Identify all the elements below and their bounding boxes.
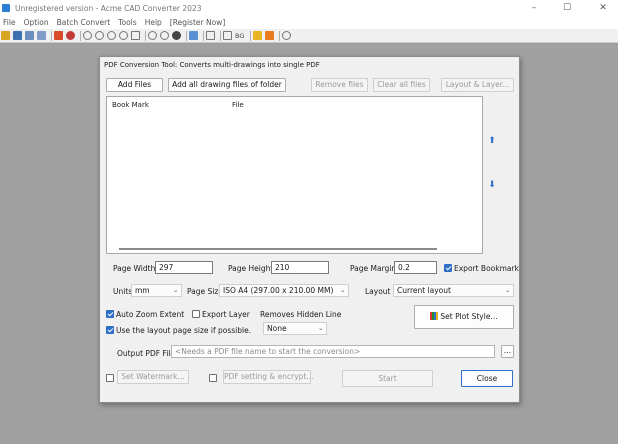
layout-label: Layout [365,287,391,296]
export-bookmark-checkbox[interactable] [444,264,452,272]
pdf-convert-icon[interactable] [66,31,75,40]
black-white-icon[interactable] [223,31,232,40]
minimize-button[interactable]: – [519,1,549,15]
chevron-down-icon: ⌄ [318,324,324,332]
horizontal-scrollbar[interactable] [119,248,437,250]
warning-icon[interactable] [253,31,263,40]
add-folder-button[interactable]: Add all drawing files of folder [168,78,286,92]
menu-register-now[interactable]: [Register Now] [167,18,228,27]
menu-bar: File Option Batch Convert Tools Help [Re… [0,16,618,29]
add-files-button[interactable]: Add Files [106,78,163,92]
toolbar-separator [250,30,252,41]
removes-hidden-line-label: Removes Hidden Line [260,310,342,319]
open-folder-icon[interactable] [1,31,10,40]
units-value: mm [135,286,150,295]
auto-zoom-extent-label[interactable]: Auto Zoom Extent [116,310,184,319]
remove-files-button[interactable]: Remove files [311,78,368,92]
menu-batch-convert[interactable]: Batch Convert [54,18,114,27]
toolbar-separator [279,30,281,41]
export-bookmark-label[interactable]: Export Bookmark [454,264,519,273]
background-toggle[interactable]: BG [235,32,244,40]
plot-style-icon [430,312,439,320]
auto-zoom-extent-checkbox[interactable] [106,310,114,318]
output-pdf-file-label: Output PDF File [117,349,175,358]
layer-icon[interactable] [189,31,198,40]
maximize-button[interactable]: ☐ [552,1,582,15]
chevron-down-icon: ⌄ [173,286,179,294]
close-window-button[interactable]: ✕ [588,1,618,15]
page-width-field[interactable]: 297 [155,261,213,274]
menu-tools[interactable]: Tools [115,18,139,27]
toolbar-separator [80,30,81,41]
print-preview-icon[interactable] [206,31,215,40]
page-height-field[interactable]: 210 [271,261,329,274]
page-size-value: ISO A4 (297.00 x 210.00 MM) [223,286,334,295]
menu-file[interactable]: File [0,18,19,27]
pdf-conversion-dialog: PDF Conversion Tool: Converts multi-draw… [99,56,520,403]
batch-icon[interactable] [25,31,34,40]
view-icon[interactable] [172,31,181,40]
clear-files-button[interactable]: Clear all files [373,78,430,92]
chevron-down-icon: ⌄ [505,286,511,294]
zoom-in-icon[interactable] [83,31,92,40]
toolbar-separator [51,30,52,41]
move-down-arrow-icon[interactable]: ⬇ [485,178,499,192]
watermark-checkbox[interactable] [106,374,114,382]
toolbar-separator [145,30,146,41]
output-pdf-field[interactable]: <Needs a PDF file name to start the conv… [171,345,495,358]
toolbar: BG [0,29,618,43]
use-layout-page-size-label[interactable]: Use the layout page size if possible. [116,326,251,335]
units-label: Units [113,287,133,296]
browse-button[interactable]: ... [501,345,514,358]
drawing-file-list[interactable]: Book Mark File [106,96,483,254]
pdf-setting-button[interactable]: PDF setting & encrypt... [223,370,313,384]
convert-icon[interactable] [54,31,63,40]
dialog-title: PDF Conversion Tool: Converts multi-draw… [104,61,320,69]
window-title: Unregistered version - Acme CAD Converte… [15,3,202,13]
menu-option[interactable]: Option [21,18,52,27]
page-margin-label: Page Margin [350,264,397,273]
info-icon[interactable] [282,31,292,40]
zoom-extents-icon[interactable] [119,31,128,40]
start-button[interactable]: Start [342,370,433,387]
export-layer-label[interactable]: Export Layer [202,310,250,319]
set-plot-style-label: Set Plot Style... [440,312,498,321]
toolbar-separator [203,30,204,41]
pan-icon[interactable] [160,31,169,40]
highlight-icon[interactable] [265,31,275,40]
toolbar-separator [220,30,221,41]
layout-layer-button[interactable]: Layout & Layer... [441,78,514,92]
set-watermark-button[interactable]: Set Watermark... [117,370,189,384]
column-header-file[interactable]: File [232,101,244,109]
layout-select[interactable]: Current layout ⌄ [393,284,514,297]
removes-hidden-line-select[interactable]: None ⌄ [263,322,327,335]
pdf-setting-checkbox[interactable] [209,374,217,382]
page-margin-field[interactable]: 0.2 [394,261,437,274]
save-icon[interactable] [13,31,22,40]
toolbar-separator [186,30,187,41]
column-header-bookmark[interactable]: Book Mark [112,101,149,109]
zoom-out-icon[interactable] [95,31,104,40]
page-size-label: Page Size [187,287,223,296]
menu-help[interactable]: Help [142,18,165,27]
fit-icon[interactable] [131,31,140,40]
use-layout-page-size-checkbox[interactable] [106,326,114,334]
removes-hidden-line-value: None [267,324,287,333]
export-layer-checkbox[interactable] [192,310,200,318]
zoom-window-icon[interactable] [107,31,116,40]
layout-value: Current layout [397,286,451,295]
set-plot-style-button[interactable]: Set Plot Style... [414,305,514,329]
page-height-label: Page Height [228,264,274,273]
chevron-down-icon: ⌄ [340,286,346,294]
print-icon[interactable] [37,31,46,40]
title-bar: Unregistered version - Acme CAD Converte… [0,0,618,16]
close-button[interactable]: Close [461,370,513,387]
app-icon [2,4,10,12]
move-up-arrow-icon[interactable]: ⬆ [485,134,499,148]
units-select[interactable]: mm ⌄ [131,284,182,297]
page-width-label: Page Width [113,264,156,273]
page-size-select[interactable]: ISO A4 (297.00 x 210.00 MM) ⌄ [219,284,349,297]
zoom-realtime-icon[interactable] [148,31,157,40]
